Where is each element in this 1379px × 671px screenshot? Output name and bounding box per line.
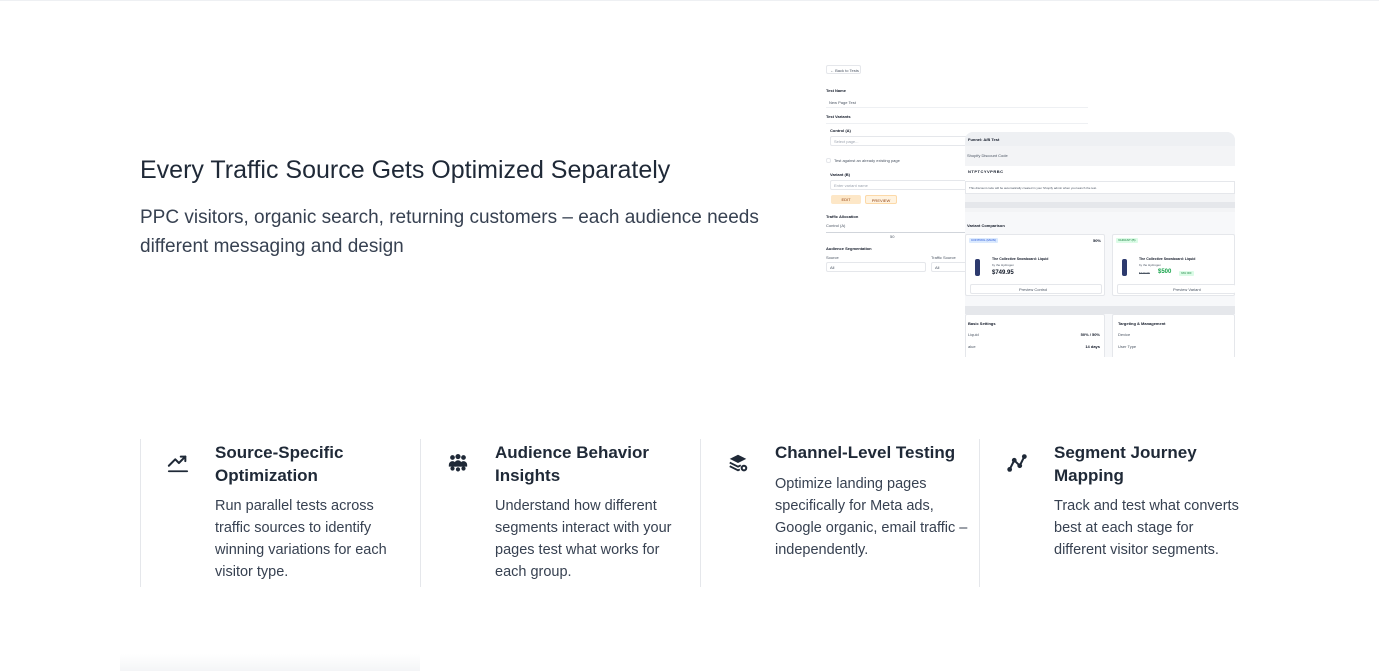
targeting-card: Targeting & Management Device User Type xyxy=(1112,314,1235,357)
feature-title: Channel-Level Testing xyxy=(775,443,956,462)
feature-source-specific: Source-Specific Optimization Run paralle… xyxy=(140,439,421,587)
feature-description: Run parallel tests across traffic source… xyxy=(215,498,387,580)
preview-button[interactable]: PREVIEW xyxy=(865,195,897,204)
test-name-value: New Page Test xyxy=(829,100,856,105)
trending-up-icon xyxy=(167,455,189,473)
top-divider xyxy=(0,0,1379,1)
control-label: Control (A) xyxy=(830,128,851,133)
product-image xyxy=(1122,259,1127,276)
journey-path-icon xyxy=(1007,454,1027,472)
preview-control-button[interactable]: Preview Control xyxy=(970,284,1102,294)
traffic-allocation-label: Traffic Allocation xyxy=(826,214,859,219)
feature-segment-journey: Segment Journey Mapping Track and test w… xyxy=(979,439,1260,587)
discount-note: This discount code will be automatically… xyxy=(969,186,1097,190)
test-name-label: Test Name xyxy=(826,88,846,93)
segmentation-label: Audience Segmentation xyxy=(826,246,872,251)
panel-title: Funnel: A/B Test xyxy=(968,137,1000,142)
traffic-control-label: Control (A) xyxy=(826,223,846,228)
product-screenshot: ← Back to Tests Test Name New Page Test … xyxy=(820,60,1235,360)
basic-settings-card: Basic Settings Liquid 50% / 50% alue 14 … xyxy=(965,314,1105,357)
feature-title: Source-Specific Optimization xyxy=(215,443,344,485)
feature-description: Optimize landing pages specifically for … xyxy=(775,476,968,558)
feature-title: Segment Journey Mapping xyxy=(1054,443,1197,485)
next-section-fade xyxy=(120,654,420,671)
users-group-icon xyxy=(448,454,468,472)
feature-description: Track and test what converts best at eac… xyxy=(1054,498,1239,558)
variant-price: $500 xyxy=(1158,269,1172,275)
variant-name-input[interactable]: Enter variant name xyxy=(830,180,980,190)
discount-code: NTPTCYVPRBC xyxy=(968,169,1004,174)
section-title: Every Traffic Source Gets Optimized Sepa… xyxy=(140,156,671,184)
control-price: $749.95 xyxy=(992,270,1014,276)
source-select[interactable]: All xyxy=(826,262,926,272)
control-card: CONTROL (MAIN) 50% The Collective Snowbo… xyxy=(965,234,1105,296)
back-button[interactable]: ← Back to Tests xyxy=(826,65,861,74)
control-select[interactable]: Select page... xyxy=(830,136,980,146)
traffic-source-label: Traffic Source xyxy=(931,255,956,260)
traffic-value: 50 xyxy=(890,234,895,239)
discount-label: Shopify Discount Code xyxy=(967,153,1008,158)
variant-label: Variant (B) xyxy=(830,172,851,177)
variant-card: VARIANT (B) The Collective Snowboard: Li… xyxy=(1112,234,1235,296)
comparison-label: Variant Comparison xyxy=(967,223,1005,228)
funnel-test-panel: Funnel: A/B Test Shopify Discount Code N… xyxy=(965,132,1235,357)
layers-gear-icon xyxy=(729,454,748,472)
section-subtitle: PPC visitors, organic search, returning … xyxy=(140,207,759,257)
product-image xyxy=(975,259,980,276)
existing-page-label: Test against an already existing page xyxy=(834,158,900,163)
feature-channel-level: Channel-Level Testing Optimize landing p… xyxy=(700,439,981,587)
feature-title: Audience Behavior Insights xyxy=(495,443,649,485)
preview-variant-button[interactable]: Preview Variant xyxy=(1117,284,1235,294)
variants-label: Test Variants xyxy=(826,114,851,119)
feature-audience-behavior: Audience Behavior Insights Understand ho… xyxy=(420,439,701,587)
existing-page-checkbox[interactable] xyxy=(826,158,831,163)
feature-description: Understand how different segments intera… xyxy=(495,498,672,580)
edit-button[interactable]: EDIT xyxy=(831,195,861,204)
source-label: Source xyxy=(826,255,839,260)
